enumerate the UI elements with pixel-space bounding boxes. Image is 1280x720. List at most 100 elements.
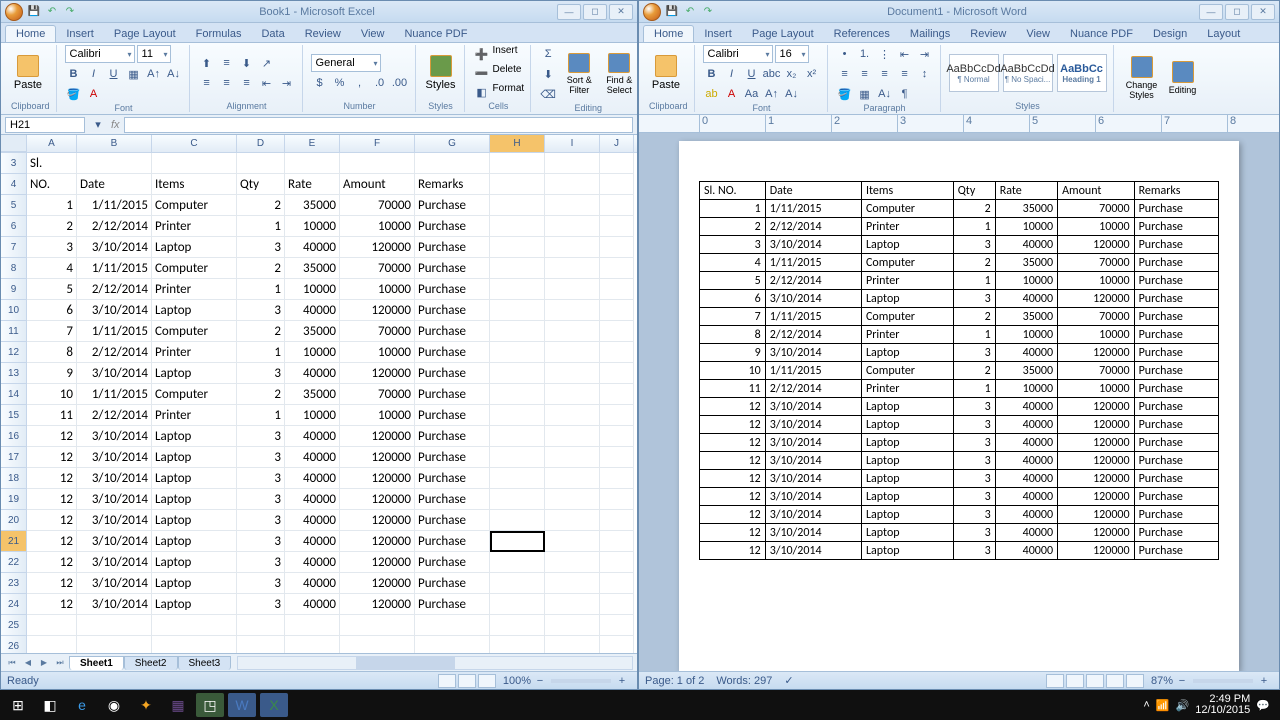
cell[interactable]: 10000	[285, 405, 340, 426]
cell[interactable]: Laptop	[152, 300, 237, 321]
redo-icon[interactable]: ↷	[701, 5, 715, 19]
table-cell[interactable]: 40000	[995, 488, 1057, 506]
cell[interactable]: 2	[27, 216, 77, 237]
cell[interactable]: Purchase	[415, 195, 490, 216]
start-button[interactable]: ⊞	[4, 693, 32, 717]
table-cell[interactable]: 3/10/2014	[765, 416, 861, 434]
table-cell[interactable]: Printer	[862, 218, 954, 236]
fill-button[interactable]: ⬇	[539, 65, 557, 83]
horizontal-ruler[interactable]: 012345678	[639, 115, 1279, 133]
cell[interactable]: 2	[237, 321, 285, 342]
table-cell[interactable]: 35000	[995, 200, 1057, 218]
comma-button[interactable]: ,	[351, 74, 369, 92]
editing-button[interactable]: Editing	[1166, 53, 1200, 103]
cell[interactable]: 120000	[340, 531, 415, 552]
table-cell[interactable]: Laptop	[862, 236, 954, 254]
ribbon-tab-mailings[interactable]: Mailings	[900, 26, 960, 42]
cell[interactable]	[490, 216, 545, 237]
cell[interactable]: 40000	[285, 300, 340, 321]
table-cell[interactable]: Purchase	[1134, 434, 1218, 452]
cell[interactable]: 40000	[285, 447, 340, 468]
cell[interactable]: Laptop	[152, 363, 237, 384]
align-left-button[interactable]: ≡	[836, 65, 854, 83]
cell[interactable]: 12	[27, 531, 77, 552]
align-center-button[interactable]: ≡	[218, 74, 236, 92]
table-cell[interactable]: Purchase	[1134, 236, 1218, 254]
cell[interactable]	[600, 510, 634, 531]
highlight-button[interactable]: ab	[703, 85, 721, 103]
cell[interactable]	[545, 300, 600, 321]
table-cell[interactable]: Computer	[862, 254, 954, 272]
cell[interactable]: 1	[237, 279, 285, 300]
cell[interactable]	[285, 615, 340, 636]
cell[interactable]: 35000	[285, 321, 340, 342]
cell[interactable]: Computer	[152, 384, 237, 405]
cell[interactable]: 3	[237, 573, 285, 594]
cell[interactable]	[600, 363, 634, 384]
cell[interactable]: Purchase	[415, 594, 490, 615]
cell[interactable]: 40000	[285, 510, 340, 531]
cell[interactable]: 12	[27, 426, 77, 447]
cell[interactable]: 7	[27, 321, 77, 342]
cell[interactable]	[545, 531, 600, 552]
cell[interactable]: Laptop	[152, 594, 237, 615]
sort-filter-button[interactable]: Sort & Filter	[561, 52, 597, 96]
cell[interactable]: 12	[27, 594, 77, 615]
autosum-button[interactable]: Σ	[539, 45, 557, 63]
find-select-button[interactable]: Find & Select	[601, 52, 637, 96]
table-cell[interactable]: Laptop	[862, 416, 954, 434]
cell[interactable]: Laptop	[152, 468, 237, 489]
table-cell[interactable]: 12	[700, 542, 766, 560]
cell[interactable]: 40000	[285, 237, 340, 258]
cell[interactable]	[545, 447, 600, 468]
table-cell[interactable]: 35000	[995, 308, 1057, 326]
column-header[interactable]: A	[27, 135, 77, 152]
cell[interactable]: 40000	[285, 594, 340, 615]
table-cell[interactable]: 3	[953, 542, 995, 560]
table-cell[interactable]: 10000	[1058, 218, 1135, 236]
draft-view-button[interactable]	[1126, 674, 1144, 688]
table-cell[interactable]: Printer	[862, 326, 954, 344]
cell[interactable]: 120000	[340, 363, 415, 384]
table-cell[interactable]: 7	[700, 308, 766, 326]
cell[interactable]: Laptop	[152, 573, 237, 594]
table-cell[interactable]: 2	[953, 254, 995, 272]
table-cell[interactable]: Purchase	[1134, 506, 1218, 524]
cell[interactable]: 3/10/2014	[77, 510, 152, 531]
table-cell[interactable]: 3	[953, 434, 995, 452]
cell[interactable]: Purchase	[415, 384, 490, 405]
maximize-button[interactable]: ◻	[1225, 4, 1249, 20]
cell[interactable]: 12	[27, 573, 77, 594]
row-header[interactable]: 3	[1, 153, 27, 174]
table-cell[interactable]: 2	[953, 200, 995, 218]
table-cell[interactable]: 40000	[995, 524, 1057, 542]
minimize-button[interactable]: —	[557, 4, 581, 20]
cell[interactable]: 3	[237, 594, 285, 615]
column-header[interactable]: H	[490, 135, 545, 152]
cell[interactable]: Remarks	[415, 174, 490, 195]
number-format-select[interactable]: General	[311, 54, 381, 72]
undo-icon[interactable]: ↶	[45, 5, 59, 19]
select-all-corner[interactable]	[1, 135, 27, 152]
fill-color-button[interactable]: 🪣	[65, 85, 83, 103]
table-cell[interactable]: Computer	[862, 362, 954, 380]
show-marks-button[interactable]: ¶	[896, 85, 914, 103]
table-header-cell[interactable]: Amount	[1058, 182, 1135, 200]
cell[interactable]	[490, 552, 545, 573]
table-cell[interactable]: 3	[953, 524, 995, 542]
cell[interactable]: Printer	[152, 405, 237, 426]
cell[interactable]	[340, 153, 415, 174]
cell[interactable]	[600, 636, 634, 653]
table-cell[interactable]: 2	[700, 218, 766, 236]
cell[interactable]: Laptop	[152, 447, 237, 468]
cell[interactable]: 1/11/2015	[77, 258, 152, 279]
cell[interactable]: 40000	[285, 426, 340, 447]
column-header[interactable]: G	[415, 135, 490, 152]
ribbon-tab-home[interactable]: Home	[643, 25, 694, 42]
table-cell[interactable]: 12	[700, 506, 766, 524]
cell[interactable]	[600, 615, 634, 636]
table-cell[interactable]: Laptop	[862, 488, 954, 506]
cell[interactable]: 120000	[340, 426, 415, 447]
cell[interactable]	[545, 216, 600, 237]
app-icon[interactable]: ◳	[196, 693, 224, 717]
